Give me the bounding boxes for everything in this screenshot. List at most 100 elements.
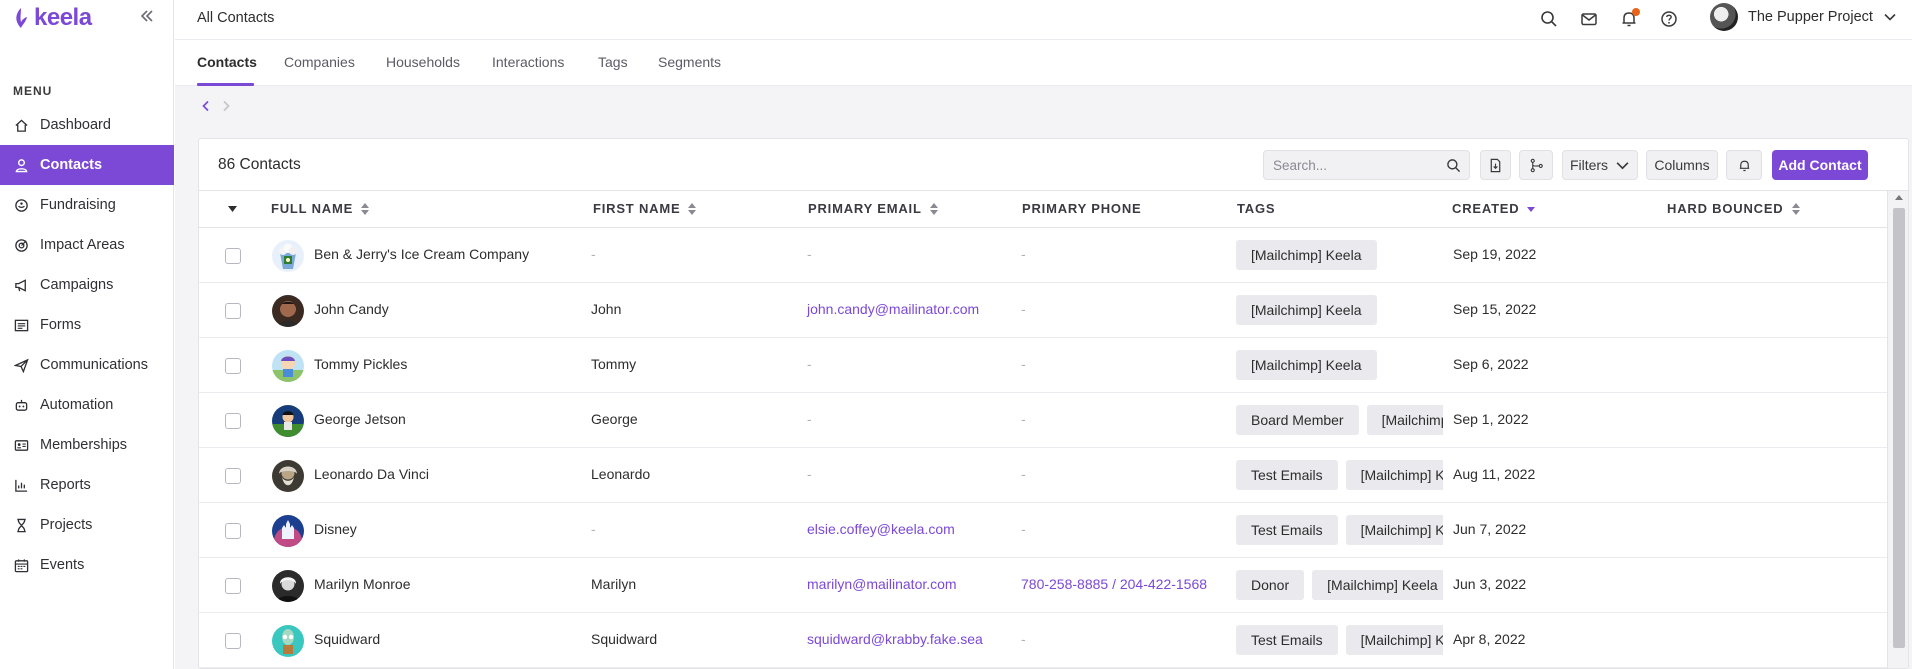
contact-email[interactable]: squidward@krabby.fake.sea (807, 631, 983, 647)
sidebar: keela MENU Dashboard Contacts Fundraisin… (0, 0, 174, 669)
scrollbar-thumb[interactable] (1893, 208, 1905, 648)
tag-chip[interactable]: Test Emails (1236, 460, 1338, 490)
tab-companies[interactable]: Companies (284, 54, 355, 70)
table-row[interactable]: Ben & Jerry's Ice Cream Company - - - [M… (199, 228, 1887, 283)
tag-chip[interactable]: [Mailchimp] Keela (1345, 515, 1443, 545)
keela-logo[interactable]: keela (12, 4, 92, 32)
table-row[interactable]: Leonardo Da Vinci Leonardo - - Test Emai… (199, 448, 1887, 503)
contact-tags: [Mailchimp] Keela (1236, 350, 1443, 382)
tag-chip[interactable]: [Mailchimp] Keela (1312, 570, 1443, 600)
sidebar-item-memberships[interactable]: Memberships (0, 425, 174, 465)
row-checkbox[interactable] (225, 248, 241, 264)
search-button[interactable] (1539, 9, 1559, 29)
sort-icon[interactable] (1791, 202, 1800, 215)
contact-email[interactable]: john.candy@mailinator.com (807, 301, 979, 317)
contact-created-date: Sep 6, 2022 (1453, 356, 1529, 372)
contact-email[interactable]: marilyn@mailinator.com (807, 576, 957, 592)
tag-chip[interactable]: Test Emails (1236, 515, 1338, 545)
avatar (272, 350, 304, 382)
contact-full-name[interactable]: Disney (314, 521, 357, 537)
messages-button[interactable] (1579, 9, 1599, 29)
tag-chip[interactable]: [Mailchimp] Keela (1236, 295, 1377, 325)
sidebar-item-automation[interactable]: Automation (0, 385, 174, 425)
column-header-primary-email[interactable]: PRIMARY EMAIL (808, 201, 938, 216)
sort-icon[interactable] (361, 202, 370, 215)
contact-full-name[interactable]: George Jetson (314, 411, 406, 427)
tag-chip[interactable]: Donor (1236, 570, 1305, 600)
columns-button[interactable]: Columns (1646, 150, 1718, 180)
sidebar-item-dashboard[interactable]: Dashboard (0, 105, 174, 145)
help-button[interactable] (1659, 9, 1679, 29)
column-header-primary-phone[interactable]: PRIMARY PHONE (1022, 201, 1141, 216)
contact-phone[interactable]: 780-258-8885 / 204-422-1568 (1021, 576, 1207, 592)
row-checkbox[interactable] (225, 413, 241, 429)
tab-households[interactable]: Households (386, 54, 460, 70)
merge-button[interactable] (1519, 150, 1553, 180)
column-header-tags[interactable]: TAGS (1237, 201, 1275, 216)
table-row[interactable]: Tommy Pickles Tommy - - [Mailchimp] Keel… (199, 338, 1887, 393)
table-row[interactable]: Disney - elsie.coffey@keela.com - Test E… (199, 503, 1887, 558)
contact-full-name[interactable]: John Candy (314, 301, 389, 317)
organization-switcher[interactable]: The Pupper Project (1710, 3, 1897, 31)
sidebar-item-contacts[interactable]: Contacts (0, 145, 174, 185)
tab-segments[interactable]: Segments (658, 54, 721, 70)
add-contact-button[interactable]: Add Contact (1772, 150, 1868, 180)
tab-tags[interactable]: Tags (598, 54, 628, 70)
row-checkbox[interactable] (225, 633, 241, 649)
contact-full-name[interactable]: Ben & Jerry's Ice Cream Company (314, 246, 529, 262)
sort-descending-icon[interactable] (1527, 203, 1536, 215)
contact-first-name: John (591, 301, 622, 317)
sidebar-item-impact-areas[interactable]: Impact Areas (0, 225, 174, 265)
search-input[interactable] (1264, 151, 1434, 179)
contact-full-name[interactable]: Tommy Pickles (314, 356, 407, 372)
scroll-up-arrow-icon[interactable] (1895, 195, 1903, 200)
tag-chip[interactable]: [Mailchimp] Keela (1345, 460, 1443, 490)
contact-email[interactable]: elsie.coffey@keela.com (807, 521, 955, 537)
tag-chip[interactable]: [Mailchimp] Keela (1236, 350, 1377, 380)
column-header-created[interactable]: CREATED (1452, 201, 1536, 216)
export-button[interactable] (1480, 150, 1511, 180)
column-header-full-name[interactable]: FULL NAME (271, 201, 370, 216)
sort-icon[interactable] (929, 202, 938, 215)
search-icon[interactable] (1446, 158, 1461, 173)
sidebar-item-campaigns[interactable]: Campaigns (0, 265, 174, 305)
tag-chip[interactable]: Test Emails (1236, 625, 1338, 655)
notifications-button[interactable] (1619, 8, 1640, 29)
tab-contacts[interactable]: Contacts (197, 54, 257, 70)
column-header-first-name[interactable]: FIRST NAME (593, 201, 697, 216)
row-checkbox[interactable] (225, 303, 241, 319)
table-row[interactable]: John Candy John john.candy@mailinator.co… (199, 283, 1887, 338)
table-row[interactable]: Marilyn Monroe Marilyn marilyn@mailinato… (199, 558, 1887, 613)
table-scrollbar[interactable] (1887, 191, 1908, 668)
back-button[interactable] (199, 99, 213, 113)
sidebar-item-events[interactable]: Events (0, 545, 174, 585)
row-checkbox[interactable] (225, 578, 241, 594)
sidebar-item-reports[interactable]: Reports (0, 465, 174, 505)
tag-chip[interactable]: [Mailchimp] Keela (1345, 625, 1443, 655)
sidebar-item-communications[interactable]: Communications (0, 345, 174, 385)
contact-full-name[interactable]: Leonardo Da Vinci (314, 466, 429, 482)
tag-chip[interactable]: [Mailchimp] Keela (1236, 240, 1377, 270)
row-checkbox[interactable] (225, 523, 241, 539)
table-row[interactable]: Squidward Squidward squidward@krabby.fak… (199, 613, 1887, 668)
sort-icon[interactable] (688, 202, 697, 215)
select-all-dropdown-icon[interactable] (228, 206, 237, 212)
row-checkbox[interactable] (225, 358, 241, 374)
contact-full-name[interactable]: Squidward (314, 631, 380, 647)
sidebar-item-forms[interactable]: Forms (0, 305, 174, 345)
sidebar-item-label: Memberships (40, 437, 128, 453)
sidebar-item-projects[interactable]: Projects (0, 505, 174, 545)
forward-button[interactable] (219, 99, 233, 113)
sidebar-item-fundraising[interactable]: Fundraising (0, 185, 174, 225)
column-header-hard-bounced[interactable]: HARD BOUNCED (1667, 201, 1800, 216)
row-checkbox[interactable] (225, 468, 241, 484)
contact-full-name[interactable]: Marilyn Monroe (314, 576, 410, 592)
contact-phone: - (1021, 246, 1026, 262)
tag-chip[interactable]: Board Member (1236, 405, 1359, 435)
collapse-sidebar-button[interactable] (138, 7, 156, 25)
filters-button[interactable]: Filters (1562, 150, 1638, 180)
alerts-button[interactable] (1726, 150, 1762, 180)
tab-interactions[interactable]: Interactions (492, 54, 564, 70)
tag-chip[interactable]: [Mailchimp] Keela (1366, 405, 1443, 435)
table-row[interactable]: George Jetson George - - Board Member [M… (199, 393, 1887, 448)
